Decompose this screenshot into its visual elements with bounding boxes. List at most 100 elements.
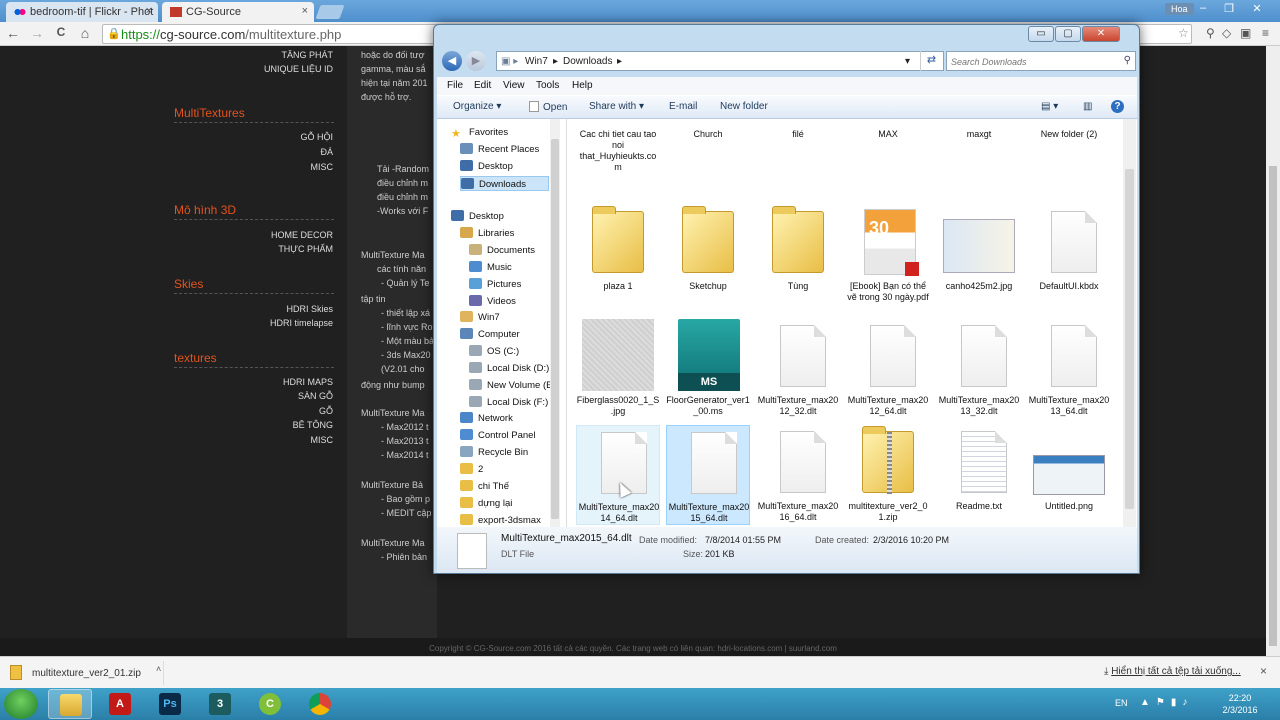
scrollbar-thumb[interactable] xyxy=(551,139,559,519)
nav-item[interactable]: Libraries xyxy=(460,226,514,241)
email-button[interactable]: E-mail xyxy=(669,101,697,112)
nav-item[interactable]: Control Panel xyxy=(460,428,536,443)
nav-item[interactable]: Win7 xyxy=(460,310,500,325)
menu-edit[interactable]: Edit xyxy=(474,80,491,91)
breadcrumb-item[interactable]: Downloads xyxy=(563,56,612,67)
file-item[interactable]: plaza 1 xyxy=(576,205,660,305)
sidebar-link[interactable]: UNIQUE LIỆU ID xyxy=(264,64,333,74)
clock[interactable]: 22:20 2/3/2016 xyxy=(1210,692,1270,716)
nav-item[interactable]: Local Disk (F:) xyxy=(469,395,548,410)
taskbar-chrome[interactable] xyxy=(298,689,342,719)
file-item[interactable]: MAX xyxy=(846,119,930,199)
chevron-down-icon[interactable]: ▾ xyxy=(905,56,910,67)
nav-item[interactable]: Desktop xyxy=(460,159,513,174)
file-item[interactable]: Fiberglass0020_1_S.jpg xyxy=(576,319,660,419)
new-folder-button[interactable]: New folder xyxy=(720,101,768,112)
taskbar-photoshop[interactable]: Ps xyxy=(148,689,192,719)
search-icon[interactable]: ⚲ xyxy=(1124,55,1131,66)
nav-item[interactable]: Recycle Bin xyxy=(460,445,528,460)
search-box[interactable]: ⚲ xyxy=(946,51,1136,71)
nav-item[interactable]: Network xyxy=(460,411,513,426)
breadcrumb[interactable]: ▣ ▸ Win7 ▸ Downloads ▸ ▾ xyxy=(496,51,944,71)
nav-item[interactable]: Pictures xyxy=(469,277,521,292)
file-item[interactable]: MultiTexture_max2013_32.dlt xyxy=(937,319,1021,419)
close-icon[interactable]: × xyxy=(1260,664,1267,678)
explorer-titlebar[interactable]: ▭ ▢ ✕ xyxy=(434,25,1139,47)
nav-item[interactable]: Documents xyxy=(469,243,535,258)
file-item[interactable]: MultiTexture_max2012_64.dlt xyxy=(846,319,930,419)
section-title-textures[interactable]: textures xyxy=(174,351,217,365)
taskbar-3dsmax[interactable]: 3 xyxy=(198,689,242,719)
section-title-3d-models[interactable]: Mô hình 3D xyxy=(174,203,236,217)
file-item[interactable]: Church xyxy=(666,119,750,199)
nav-item[interactable]: Computer xyxy=(460,327,520,342)
file-item[interactable]: MultiTexture_max2012_32.dlt xyxy=(756,319,840,419)
sidebar-link[interactable]: HDRI Skies xyxy=(286,304,333,314)
tray-icons[interactable]: ▲⚑▮♪ xyxy=(1140,697,1193,708)
chevron-right-icon[interactable]: ▸ xyxy=(617,56,622,67)
maximize-icon[interactable]: ▢ xyxy=(1055,26,1081,42)
sidebar-link[interactable]: THỰC PHẨM xyxy=(278,244,333,254)
file-item[interactable]: Cac chi tiet cau tao noi that_Huyhieukts… xyxy=(576,119,660,199)
file-item[interactable]: MultiTexture_max2013_64.dlt xyxy=(1027,319,1111,419)
back-button[interactable]: ← xyxy=(4,25,22,41)
sidebar-link[interactable]: ĐÁ xyxy=(320,147,333,157)
file-item[interactable]: Readme.txt xyxy=(937,425,1021,525)
nav-item[interactable]: Downloads xyxy=(460,176,549,191)
nav-scrollbar[interactable] xyxy=(550,119,560,527)
taskbar-explorer[interactable] xyxy=(48,689,92,719)
taskbar-corel[interactable]: C xyxy=(248,689,292,719)
file-item[interactable]: Untitled.png xyxy=(1027,425,1111,525)
nav-item[interactable]: export-3dsmax xyxy=(460,513,541,527)
file-item[interactable]: 30 [Ebook] Bạn có thể vẽ trong 30 ngày.pd… xyxy=(846,205,930,305)
close-icon[interactable]: × xyxy=(302,5,308,17)
open-button[interactable]: Open xyxy=(529,101,567,113)
sidebar-link[interactable]: SÀN GỖ xyxy=(298,391,333,401)
profile-button[interactable]: Hoa xyxy=(1165,3,1194,15)
search-input[interactable] xyxy=(951,54,1116,70)
nav-item[interactable]: Videos xyxy=(469,294,516,309)
close-icon[interactable]: ✕ xyxy=(1082,26,1120,42)
file-list-scrollbar[interactable] xyxy=(1123,119,1136,527)
file-item[interactable]: filé xyxy=(756,119,840,199)
sidebar-link[interactable]: GỖ HỘI xyxy=(300,132,333,142)
nav-item[interactable]: 2 xyxy=(460,462,483,477)
file-item[interactable]: MultiTexture_max2015_64.dlt xyxy=(666,425,750,525)
preview-pane-icon[interactable]: ▥ xyxy=(1083,101,1092,112)
new-tab-button[interactable] xyxy=(315,5,345,19)
close-icon[interactable]: ✕ xyxy=(1246,2,1268,15)
section-title-multitextures[interactable]: MultiTextures xyxy=(174,106,245,120)
help-icon[interactable]: ? xyxy=(1111,100,1124,113)
sidebar-link[interactable]: BÊ TÔNG xyxy=(293,420,333,430)
menu-view[interactable]: View xyxy=(503,80,525,91)
file-item[interactable]: canho425m2.jpg xyxy=(937,205,1021,305)
file-item[interactable]: DefaultUI.kbdx xyxy=(1027,205,1111,305)
share-with-button[interactable]: Share with ▾ xyxy=(589,101,644,112)
nav-item[interactable]: Desktop xyxy=(451,209,504,224)
home-button[interactable]: ⌂ xyxy=(76,25,94,41)
bookmark-star-icon[interactable]: ☆ xyxy=(1178,26,1189,40)
nav-item[interactable]: Music xyxy=(469,260,512,275)
start-button[interactable] xyxy=(4,689,38,719)
chevron-right-icon[interactable]: ▸ xyxy=(553,56,558,67)
page-scrollbar[interactable] xyxy=(1266,46,1280,658)
language-indicator[interactable]: EN xyxy=(1115,698,1128,708)
sidebar-link[interactable]: MISC xyxy=(311,162,334,172)
file-item[interactable]: multitexture_ver2_01.zip xyxy=(846,425,930,525)
file-item[interactable]: maxgt xyxy=(937,119,1021,199)
menu-help[interactable]: Help xyxy=(572,80,593,91)
file-item[interactable]: New folder (2) xyxy=(1027,119,1111,199)
file-item[interactable]: MS FloorGenerator_ver1_00.ms xyxy=(666,319,750,419)
nav-item[interactable]: ★ Favorites xyxy=(451,125,508,140)
file-item[interactable]: MultiTexture_max2016_64.dlt xyxy=(756,425,840,525)
sidebar-link[interactable]: HDRI MAPS xyxy=(283,377,333,387)
sidebar-link[interactable]: HOME DECOR xyxy=(271,230,333,240)
sidebar-link[interactable]: TĂNG PHÁT xyxy=(281,50,333,60)
nav-item[interactable]: chi Thế xyxy=(460,479,509,494)
section-title-skies[interactable]: Skies xyxy=(174,277,203,291)
file-item[interactable]: Tùng xyxy=(756,205,840,305)
maximize-icon[interactable]: ❐ xyxy=(1218,2,1240,15)
menu-icon[interactable]: ≡ xyxy=(1262,26,1269,40)
nav-item[interactable]: OS (C:) xyxy=(469,344,519,359)
reload-button[interactable]: C xyxy=(52,25,70,39)
